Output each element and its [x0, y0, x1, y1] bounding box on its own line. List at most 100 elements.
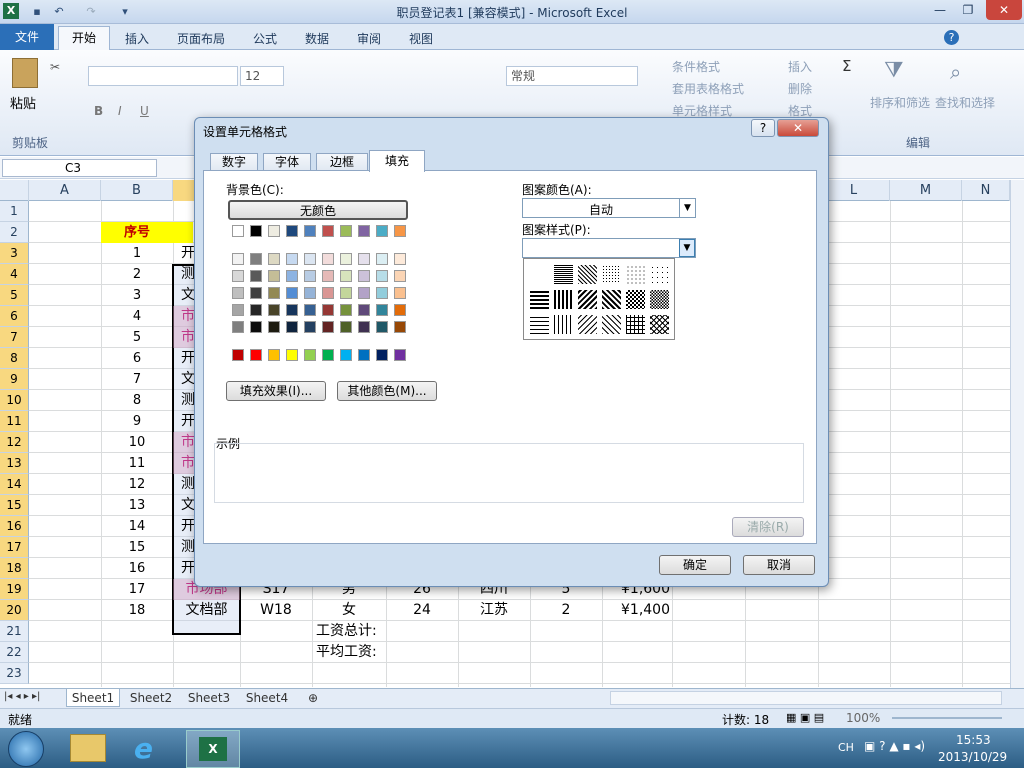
- color-swatch[interactable]: [304, 253, 316, 265]
- row-header[interactable]: 2: [0, 222, 29, 243]
- color-swatch[interactable]: [250, 349, 262, 361]
- cell[interactable]: 2: [530, 600, 602, 621]
- color-swatch[interactable]: [304, 321, 316, 333]
- paste-button[interactable]: 粘贴: [10, 93, 36, 112]
- cell[interactable]: ¥1,400: [602, 600, 672, 621]
- pattern-swatch[interactable]: [554, 290, 573, 309]
- cell[interactable]: W18: [240, 600, 312, 621]
- pattern-color-select[interactable]: 自动 ▼: [522, 198, 696, 218]
- pattern-swatch[interactable]: [578, 290, 597, 309]
- color-swatch[interactable]: [232, 321, 244, 333]
- cell[interactable]: 江苏: [458, 600, 530, 621]
- tab-file[interactable]: 文件: [0, 24, 54, 50]
- seq-cell[interactable]: 8: [101, 390, 173, 411]
- horizontal-scrollbar[interactable]: [610, 691, 1002, 705]
- row-header[interactable]: 9: [0, 369, 29, 390]
- column-header[interactable]: N: [962, 180, 1010, 201]
- sheet-tab-sheet4[interactable]: Sheet4: [240, 689, 294, 707]
- row-header[interactable]: 4: [0, 264, 29, 285]
- color-swatch[interactable]: [286, 304, 298, 316]
- tab-fill[interactable]: 填充: [369, 150, 425, 172]
- find-select-button[interactable]: 查找和选择: [935, 94, 995, 111]
- color-swatch[interactable]: [304, 270, 316, 282]
- clear-button[interactable]: 清除(R): [732, 517, 804, 537]
- column-header[interactable]: A: [29, 180, 101, 201]
- cancel-button[interactable]: 取消: [743, 555, 815, 575]
- color-swatch[interactable]: [376, 225, 388, 237]
- color-swatch[interactable]: [358, 225, 370, 237]
- color-swatch[interactable]: [322, 287, 334, 299]
- ok-button[interactable]: 确定: [659, 555, 731, 575]
- seq-cell[interactable]: 1: [101, 243, 173, 264]
- color-swatch[interactable]: [286, 321, 298, 333]
- tray-icons[interactable]: ▣ ? ▲ ▪ ◂): [864, 739, 925, 753]
- table-format-button[interactable]: 套用表格格式: [672, 80, 744, 97]
- seq-cell[interactable]: 13: [101, 495, 173, 516]
- color-swatch[interactable]: [358, 349, 370, 361]
- restore-icon[interactable]: ❐: [954, 0, 982, 20]
- color-swatch[interactable]: [394, 304, 406, 316]
- seq-cell[interactable]: 10: [101, 432, 173, 453]
- insert-cells-button[interactable]: 插入: [788, 58, 812, 75]
- color-swatch[interactable]: [340, 253, 352, 265]
- seq-cell[interactable]: 9: [101, 411, 173, 432]
- seq-cell[interactable]: 12: [101, 474, 173, 495]
- tab-formulas[interactable]: 公式: [246, 28, 284, 50]
- conditional-format-button[interactable]: 条件格式: [672, 58, 720, 75]
- number-format-box[interactable]: 常规: [506, 66, 638, 86]
- zoom-slider[interactable]: [892, 717, 1002, 719]
- row-header[interactable]: 15: [0, 495, 29, 516]
- sheet-nav-icon[interactable]: |◂ ◂ ▸ ▸|: [4, 691, 40, 702]
- font-name-box[interactable]: [88, 66, 238, 86]
- row-header[interactable]: 6: [0, 306, 29, 327]
- color-swatch[interactable]: [376, 304, 388, 316]
- color-swatch[interactable]: [376, 287, 388, 299]
- bold-icon[interactable]: B: [94, 104, 103, 118]
- tab-insert[interactable]: 插入: [118, 28, 156, 50]
- tab-data[interactable]: 数据: [298, 28, 336, 50]
- row-header[interactable]: 20: [0, 600, 29, 621]
- color-swatch[interactable]: [322, 253, 334, 265]
- color-swatch[interactable]: [232, 270, 244, 282]
- pattern-swatch[interactable]: [626, 315, 645, 334]
- color-swatch[interactable]: [340, 304, 352, 316]
- row-header[interactable]: 22: [0, 642, 29, 663]
- color-swatch[interactable]: [304, 287, 316, 299]
- minimize-icon[interactable]: —: [926, 0, 954, 20]
- color-swatch[interactable]: [358, 287, 370, 299]
- seq-cell[interactable]: 11: [101, 453, 173, 474]
- color-swatch[interactable]: [394, 287, 406, 299]
- row-header[interactable]: 1: [0, 201, 29, 222]
- color-swatch[interactable]: [394, 225, 406, 237]
- seq-cell[interactable]: 17: [101, 579, 173, 600]
- color-swatch[interactable]: [304, 349, 316, 361]
- pattern-swatch[interactable]: [626, 290, 645, 309]
- row-header[interactable]: 12: [0, 432, 29, 453]
- row-header[interactable]: 11: [0, 411, 29, 432]
- row-header[interactable]: 21: [0, 621, 29, 642]
- avg-label[interactable]: 平均工资:: [312, 642, 412, 663]
- color-swatch[interactable]: [268, 225, 280, 237]
- color-swatch[interactable]: [376, 270, 388, 282]
- pattern-swatch[interactable]: [602, 265, 621, 284]
- color-swatch[interactable]: [232, 349, 244, 361]
- tab-view[interactable]: 视图: [402, 28, 440, 50]
- row-header[interactable]: 23: [0, 663, 29, 684]
- seq-cell[interactable]: 3: [101, 285, 173, 306]
- color-swatch[interactable]: [232, 225, 244, 237]
- tab-number[interactable]: 数字: [210, 153, 258, 171]
- row-header[interactable]: 10: [0, 390, 29, 411]
- chevron-down-icon[interactable]: ▼: [679, 239, 695, 257]
- name-box[interactable]: C3: [2, 159, 157, 177]
- color-swatch[interactable]: [322, 321, 334, 333]
- seq-cell[interactable]: 16: [101, 558, 173, 579]
- color-swatch[interactable]: [268, 304, 280, 316]
- pattern-swatch[interactable]: [578, 315, 597, 334]
- cut-icon[interactable]: ✂: [50, 60, 60, 74]
- color-swatch[interactable]: [358, 253, 370, 265]
- pattern-swatch[interactable]: [650, 290, 669, 309]
- row-header[interactable]: 17: [0, 537, 29, 558]
- excel-taskbar-icon[interactable]: X: [186, 730, 240, 768]
- pattern-swatch[interactable]: [530, 290, 549, 309]
- more-colors-button[interactable]: 其他颜色(M)...: [337, 381, 437, 401]
